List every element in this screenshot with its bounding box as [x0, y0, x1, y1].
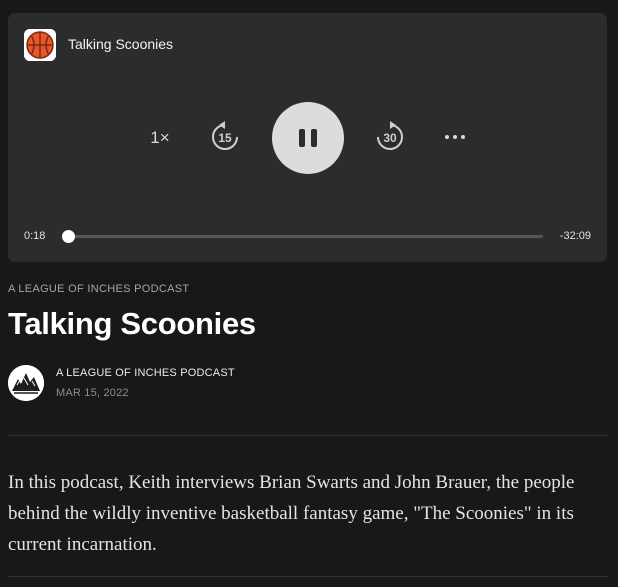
avatar[interactable] — [8, 365, 44, 401]
pause-icon-bar-left — [299, 129, 305, 147]
remaining-time: -32:09 — [559, 230, 591, 242]
episode-description: In this podcast, Keith interviews Brian … — [8, 472, 575, 555]
pause-icon-bar-right — [311, 129, 317, 147]
divider — [8, 576, 608, 577]
divider — [8, 435, 608, 436]
elapsed-time: 0:18 — [24, 230, 46, 242]
podcast-kicker[interactable]: A LEAGUE OF INCHES PODCAST — [8, 283, 189, 295]
progress-thumb[interactable] — [62, 230, 76, 243]
publish-date: MAR 15, 2022 — [56, 387, 129, 399]
skip-back-15-button[interactable]: 15 — [208, 120, 242, 154]
audio-player: Talking Scoonies 1× 15 30 0:18 -32:09 — [8, 13, 607, 262]
playback-speed-button[interactable]: 1× — [149, 128, 171, 148]
page-title: Talking Scoonies — [8, 306, 256, 341]
league-logo-icon — [8, 365, 44, 401]
basketball-icon — [24, 29, 56, 61]
skip-forward-30-button[interactable]: 30 — [373, 120, 407, 154]
rewind-15-icon: 15 — [212, 121, 238, 150]
progress-track[interactable] — [62, 230, 543, 243]
episode-title: Talking Scoonies — [68, 36, 174, 52]
skip-forward-label: 30 — [383, 131, 397, 145]
forward-30-icon: 30 — [377, 121, 403, 150]
pause-button[interactable] — [272, 102, 344, 174]
episode-artwork — [24, 29, 56, 61]
more-options-button[interactable] — [444, 133, 466, 141]
skip-back-label: 15 — [218, 131, 232, 145]
author-name[interactable]: A LEAGUE OF INCHES PODCAST — [56, 367, 235, 379]
